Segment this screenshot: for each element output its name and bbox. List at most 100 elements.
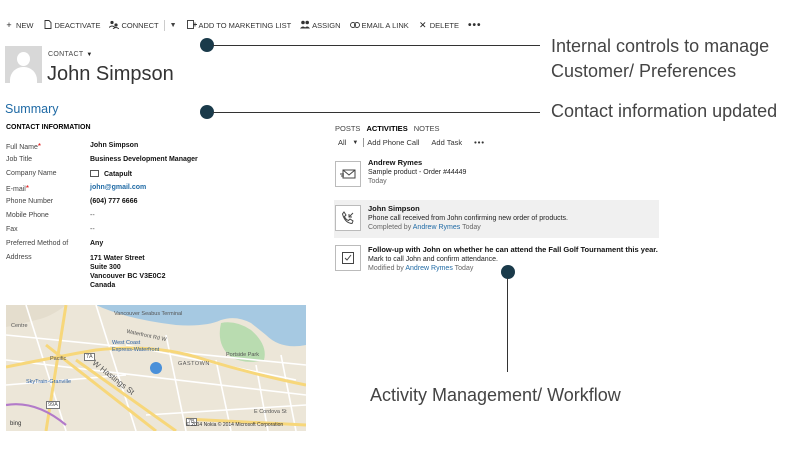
assign-button[interactable]: ASSIGN — [300, 20, 341, 31]
activity-item[interactable]: Follow-up with John on whether he can at… — [334, 242, 659, 278]
map-copyright: © 2014 Nokia © 2014 Microsoft Corporatio… — [186, 422, 284, 428]
more-commands-button[interactable]: ••• — [468, 20, 482, 31]
chevron-down-icon[interactable]: ▼ — [352, 140, 358, 146]
avatar-body-shape — [10, 67, 37, 83]
activity-owner-link[interactable]: Andrew Rymes — [413, 224, 460, 231]
form-selector[interactable]: CONTACT ▼ — [48, 51, 93, 58]
field-row-company-name: Company Name Catapult — [6, 170, 306, 184]
tab-posts[interactable]: POSTS — [335, 124, 360, 133]
activity-description: Phone call received from John confirming… — [368, 215, 568, 222]
activity-description: Sample product - Order #44449 — [368, 169, 467, 176]
callout-line — [213, 45, 540, 46]
toolbar-divider — [163, 19, 165, 31]
contact-avatar[interactable] — [5, 46, 42, 83]
activity-meta-prefix: Modified by — [368, 265, 404, 272]
address-field[interactable]: 171 Water Street Suite 300 Vancouver BC … — [90, 254, 165, 294]
email-icon — [335, 161, 361, 187]
activity-date: Today — [454, 265, 474, 272]
activity-title: Andrew Rymes — [368, 158, 423, 167]
map-label: E Cordova St — [254, 409, 287, 415]
chevron-down-icon: ▼ — [86, 52, 93, 58]
highway-shield: 99A — [46, 401, 60, 409]
preferred-method-field[interactable]: Any — [90, 240, 103, 254]
field-label: Preferred Method of — [6, 240, 69, 247]
callout-line — [213, 112, 540, 113]
bing-logo: bing — [10, 421, 22, 427]
field-label: Mobile Phone — [6, 212, 49, 219]
connect-button[interactable]: CONNECT — [109, 20, 159, 31]
job-title-field[interactable]: Business Development Manager — [90, 156, 198, 170]
map-label: Vancouver Seabus Terminal — [114, 311, 183, 317]
callout-dot — [200, 105, 214, 119]
add-to-marketing-list-button[interactable]: ADD TO MARKETING LIST — [186, 19, 291, 31]
record-title: John Simpson — [47, 63, 174, 85]
list-add-icon — [186, 19, 197, 31]
map-label: Pacific — [50, 356, 67, 362]
field-label: Job Title — [6, 156, 33, 163]
fax-field[interactable]: -- — [90, 226, 95, 240]
field-row-fax: Fax -- — [6, 226, 306, 240]
delete-button[interactable]: ✕ DELETE — [418, 20, 459, 31]
activity-item[interactable]: Andrew Rymes Sample product - Order #444… — [334, 158, 659, 196]
callout-activity: Activity Management/ Workflow — [370, 385, 621, 405]
field-row-address: Address 171 Water Street Suite 300 Vanco… — [6, 254, 306, 294]
callout-dot — [200, 38, 214, 52]
summary-section-title[interactable]: Summary — [5, 102, 58, 116]
activity-filter-select[interactable]: All — [338, 138, 346, 147]
activity-owner-link[interactable]: Andrew Rymes — [405, 265, 452, 272]
activity-description: Mark to call John and confirm attendance… — [368, 256, 498, 263]
tab-notes[interactable]: NOTES — [414, 124, 440, 133]
task-checkbox-icon — [335, 245, 361, 271]
field-row-mobile-phone: Mobile Phone -- — [6, 212, 306, 226]
deactivate-button[interactable]: DEACTIVATE — [43, 19, 100, 31]
add-phone-call-button[interactable]: Add Phone Call — [367, 138, 419, 147]
document-icon — [43, 19, 53, 31]
phone-call-icon — [335, 205, 361, 231]
mobile-phone-field[interactable]: -- — [90, 212, 95, 226]
contact-information-heading: CONTACT INFORMATION — [6, 124, 91, 131]
avatar-head-shape — [17, 52, 30, 66]
company-icon — [90, 170, 99, 177]
address-line: Canada — [90, 282, 116, 289]
callout-line — [507, 278, 508, 372]
add-task-button[interactable]: Add Task — [431, 138, 462, 147]
phone-number-field[interactable]: (604) 777 6666 — [90, 198, 137, 212]
map-label: Portside Park — [226, 352, 260, 358]
callout-controls: Internal controls to manage Customer/ Pr… — [551, 36, 770, 81]
link-icon — [349, 20, 360, 30]
field-label: E-mail — [6, 186, 26, 193]
tab-activities[interactable]: ACTIVITIES — [366, 124, 407, 133]
map-label: GASTOWN — [178, 361, 210, 367]
highway-shield: 7A — [84, 353, 95, 361]
field-label: Phone Number — [6, 198, 54, 205]
callout-contact-info: Contact information updated — [551, 101, 778, 121]
map-label: SkyTrain-Granville — [26, 379, 72, 385]
address-line: Vancouver BC V3E0C2 — [90, 273, 166, 280]
address-map[interactable]: Vancouver Seabus Terminal Waterfront Rd … — [6, 305, 306, 431]
more-activities-button[interactable]: ••• — [474, 138, 485, 147]
activity-title: John Simpson — [368, 204, 420, 213]
activity-item[interactable]: John Simpson Phone call received from Jo… — [334, 200, 659, 238]
activity-meta-prefix: Completed by — [368, 224, 412, 231]
company-name-link[interactable]: Catapult — [104, 171, 132, 178]
field-row-full-name: Full Name* John Simpson — [6, 142, 306, 156]
required-asterisk: * — [37, 142, 42, 151]
email-a-link-button[interactable]: EMAIL A LINK — [349, 20, 409, 30]
field-row-phone-number: Phone Number (604) 777 6666 — [6, 198, 306, 212]
field-label: Fax — [6, 226, 18, 233]
close-x-icon: ✕ — [418, 19, 427, 30]
field-row-preferred-method: Preferred Method of Any — [6, 240, 306, 254]
field-label: Address — [6, 254, 32, 261]
full-name-field[interactable]: John Simpson — [90, 142, 138, 156]
command-bar: + NEW DEACTIVATE CONNECT ▼ ADD TO MARKET… — [4, 18, 481, 32]
address-line: Suite 300 — [90, 264, 121, 271]
email-field[interactable]: john@gmail.com — [90, 184, 146, 198]
connect-dropdown-chevron-down-icon[interactable]: ▼ — [170, 22, 177, 29]
new-button[interactable]: + NEW — [4, 20, 33, 30]
activity-date: Today — [368, 178, 387, 185]
plus-icon: + — [6, 20, 12, 30]
field-row-email: E-mail* john@gmail.com — [6, 184, 306, 198]
contact-fields: Full Name* John Simpson Job Title Busine… — [6, 142, 306, 294]
field-row-job-title: Job Title Business Development Manager — [6, 156, 306, 170]
assign-people-icon — [300, 20, 311, 31]
